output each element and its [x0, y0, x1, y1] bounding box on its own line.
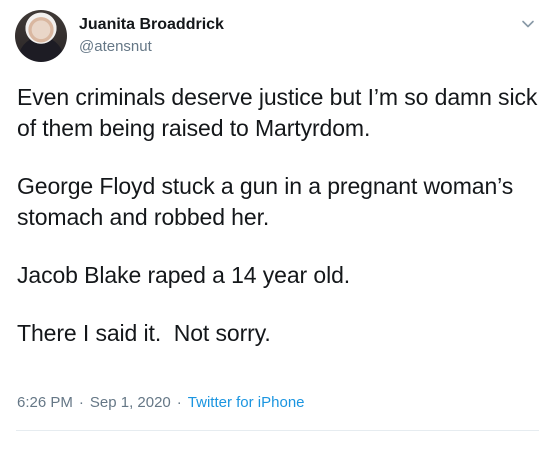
- tweet-header: Juanita Broaddrick @atensnut: [15, 10, 224, 62]
- author-names: Juanita Broaddrick @atensnut: [79, 15, 224, 57]
- tweet-paragraph: Jacob Blake raped a 14 year old.: [17, 262, 351, 288]
- avatar[interactable]: [15, 10, 67, 62]
- tweet-text: Even criminals deserve justice but I’m s…: [17, 82, 542, 376]
- tweet-paragraph: There I said it. Not sorry.: [17, 320, 271, 346]
- divider: [16, 430, 539, 431]
- tweet-paragraph: George Floyd stuck a gun in a pregnant w…: [17, 173, 520, 230]
- tweet-paragraph: Even criminals deserve justice but I’m s…: [17, 84, 544, 141]
- author-handle[interactable]: @atensnut: [79, 37, 224, 57]
- tweet-meta: 6:26 PM · Sep 1, 2020 · Twitter for iPho…: [17, 393, 305, 413]
- tweet-source-link[interactable]: Twitter for iPhone: [188, 393, 305, 413]
- chevron-down-icon[interactable]: [521, 17, 535, 31]
- meta-separator: ·: [176, 394, 182, 411]
- meta-separator: ·: [78, 394, 84, 411]
- author-display-name[interactable]: Juanita Broaddrick: [79, 15, 224, 35]
- tweet-time[interactable]: 6:26 PM: [17, 393, 73, 413]
- tweet-card: Juanita Broaddrick @atensnut Even crimin…: [0, 0, 555, 450]
- tweet-date[interactable]: Sep 1, 2020: [90, 393, 171, 413]
